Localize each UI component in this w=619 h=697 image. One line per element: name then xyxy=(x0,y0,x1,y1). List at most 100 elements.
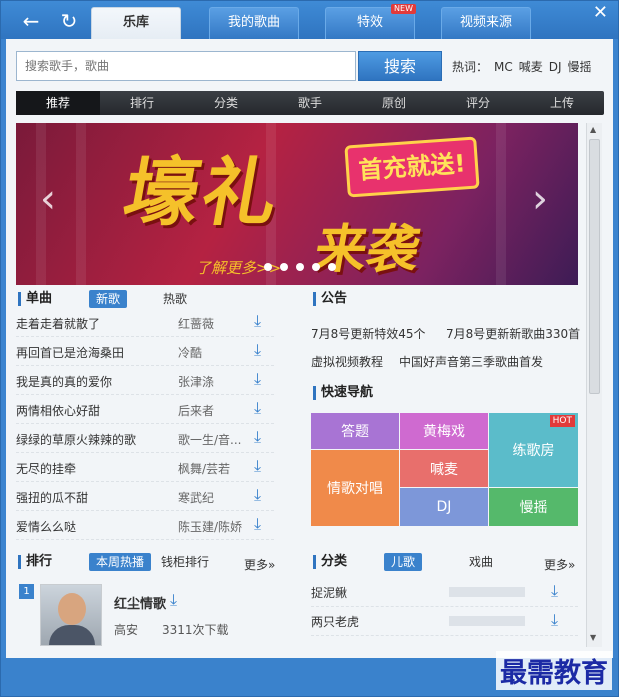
scroll-thumb[interactable] xyxy=(589,139,600,394)
hot-word-link[interactable]: 慢摇 xyxy=(568,60,592,74)
tab-opera[interactable]: 戏曲 xyxy=(462,553,500,571)
hot-word-link[interactable]: 喊麦 xyxy=(519,60,543,74)
nav-rating[interactable]: 评分 xyxy=(436,91,520,115)
tab-ktv-ranking[interactable]: 钱柜排行 xyxy=(154,553,216,571)
notice-link[interactable]: 中国好声音第三季歌曲首发 xyxy=(399,353,543,370)
scroll-up-icon[interactable]: ▲ xyxy=(590,125,596,134)
quick-nav-shout-rap[interactable]: 喊麦 xyxy=(400,450,488,487)
carousel-dots xyxy=(264,263,336,271)
quick-nav-dj[interactable]: DJ xyxy=(400,488,488,526)
song-row[interactable]: 强扭的瓜不甜 寒武纪 ⤓ xyxy=(16,483,274,511)
nav-ranking[interactable]: 排行 xyxy=(100,91,184,115)
nav-upload[interactable]: 上传 xyxy=(520,91,604,115)
promo-banner[interactable]: 壕礼 首充就送! 来袭 了解更多>> ‹ › xyxy=(16,123,578,285)
quick-nav-quiz[interactable]: 答题 xyxy=(311,413,399,449)
scroll-down-icon[interactable]: ▼ xyxy=(590,633,596,642)
song-row[interactable]: 走着走着就散了 红蔷薇 ⤓ xyxy=(16,309,274,337)
close-icon[interactable]: ✕ xyxy=(593,3,608,23)
song-title[interactable]: 两情相依心好甜 xyxy=(16,402,100,419)
download-icon[interactable]: ⤓ xyxy=(551,612,558,628)
tab-video-source[interactable]: 视频来源 xyxy=(441,7,531,39)
song-artist: 枫舞/芸若 xyxy=(178,462,231,476)
quick-nav-huangmei-opera[interactable]: 黄梅戏 xyxy=(400,413,488,449)
notice-link[interactable]: 7月8号更新特效45个 xyxy=(311,325,426,342)
back-arrow-icon[interactable]: ← xyxy=(19,9,43,33)
song-artist: 寒武纪 xyxy=(178,491,215,505)
carousel-dot[interactable] xyxy=(296,263,304,271)
hot-word-link[interactable]: MC xyxy=(494,60,513,74)
song-row[interactable]: 无尽的挂牵 枫舞/芸若 ⤓ xyxy=(16,454,274,482)
notice-link[interactable]: 虚拟视频教程 xyxy=(311,353,383,370)
song-title[interactable]: 再回首已是沧海桑田 xyxy=(16,344,124,361)
singer-avatar[interactable] xyxy=(40,584,102,646)
category-nav: 推荐 排行 分类 歌手 原创 评分 上传 xyxy=(16,91,604,115)
song-row[interactable]: 两情相依心好甜 后来者 ⤓ xyxy=(16,396,274,424)
search-input[interactable] xyxy=(16,51,356,81)
download-icon[interactable]: ⤓ xyxy=(254,458,261,474)
tab-hot-songs[interactable]: 热歌 xyxy=(156,290,194,308)
song-artist: 陈玉建/陈娇 xyxy=(178,520,243,534)
tab-music-library[interactable]: 乐库 xyxy=(91,7,181,39)
singles-heading: 单曲 xyxy=(18,292,52,306)
quick-nav-grid: 答题 黄梅戏 练歌房 HOT 情歌对唱 喊麦 DJ 慢摇 xyxy=(311,413,578,526)
song-title[interactable]: 无尽的挂牵 xyxy=(16,460,76,477)
song-row[interactable]: 再回首已是沧海桑田 冷酷 ⤓ xyxy=(16,338,274,366)
song-title[interactable]: 我是真的真的爱你 xyxy=(16,373,112,390)
quick-nav-karaoke-room[interactable]: 练歌房 HOT xyxy=(489,413,578,487)
classify-row[interactable]: 两只老虎 ⤓ xyxy=(311,608,578,636)
hot-word-link[interactable]: DJ xyxy=(549,60,562,74)
notice-link[interactable]: 7月8号更新新歌曲330首 xyxy=(446,325,580,342)
ranking-more-link[interactable]: 更多» xyxy=(244,556,275,573)
song-title[interactable]: 绿绿的草原火辣辣的歌 xyxy=(16,431,136,448)
main-content: 搜索 热词：MC喊麦DJ慢摇 推荐 排行 分类 歌手 原创 评分 上传 壕礼 首… xyxy=(6,39,613,658)
classify-song-title[interactable]: 两只老虎 xyxy=(311,613,359,630)
ranking-song-title[interactable]: 红尘情歌 xyxy=(114,593,166,612)
download-icon[interactable]: ⤓ xyxy=(170,592,177,608)
tab-my-songs[interactable]: 我的歌曲 xyxy=(209,7,299,39)
download-icon[interactable]: ⤓ xyxy=(254,400,261,416)
song-row[interactable]: 我是真的真的爱你 张津涤 ⤓ xyxy=(16,367,274,395)
carousel-dot[interactable] xyxy=(328,263,336,271)
chevron-right-icon[interactable]: › xyxy=(532,179,548,219)
nav-original[interactable]: 原创 xyxy=(352,91,436,115)
refresh-icon[interactable]: ↻ xyxy=(57,9,81,33)
download-icon[interactable]: ⤓ xyxy=(254,313,261,329)
song-title[interactable]: 走着走着就散了 xyxy=(16,315,100,332)
quick-nav-love-duet[interactable]: 情歌对唱 xyxy=(311,450,399,526)
nav-singer[interactable]: 歌手 xyxy=(268,91,352,115)
chevron-left-icon[interactable]: ‹ xyxy=(40,179,56,219)
tab-new-songs[interactable]: 新歌 xyxy=(89,290,128,308)
download-icon[interactable]: ⤓ xyxy=(254,516,261,532)
song-artist: 歌一生/音... xyxy=(178,433,242,447)
tab-label: 乐库 xyxy=(122,15,149,30)
tab-children-songs[interactable]: 儿歌 xyxy=(384,553,423,571)
hot-words: 热词： MC 喊麦 DJ 慢摇 xyxy=(452,58,598,75)
download-icon[interactable]: ⤓ xyxy=(254,487,261,503)
classify-more-link[interactable]: 更多» xyxy=(544,556,575,573)
search-button[interactable]: 搜索 xyxy=(358,51,442,81)
classify-song-title[interactable]: 捉泥鳅 xyxy=(311,584,347,601)
tab-weekly-hot[interactable]: 本周热播 xyxy=(89,553,152,571)
nav-recommend[interactable]: 推荐 xyxy=(16,91,100,115)
song-title[interactable]: 爱情么么哒 xyxy=(16,518,76,535)
song-title[interactable]: 强扭的瓜不甜 xyxy=(16,489,88,506)
song-row[interactable]: 爱情么么哒 陈玉建/陈娇 ⤓ xyxy=(16,512,274,540)
title-bar: ← ↻ 乐库 我的歌曲 特效 NEW 视频来源 ✕ xyxy=(1,1,618,39)
carousel-dot[interactable] xyxy=(264,263,272,271)
carousel-dot[interactable] xyxy=(312,263,320,271)
tab-label: 我的歌曲 xyxy=(227,15,280,30)
classify-row[interactable]: 捉泥鳅 ⤓ xyxy=(311,579,578,607)
ranking-song-artist: 高安 xyxy=(114,623,139,637)
carousel-dot[interactable] xyxy=(280,263,288,271)
download-icon[interactable]: ⤓ xyxy=(254,342,261,358)
song-artist: 后来者 xyxy=(178,404,215,418)
scrollbar[interactable]: ▲ ▼ xyxy=(586,123,602,647)
tab-effects[interactable]: 特效 NEW xyxy=(325,4,416,39)
nav-classify[interactable]: 分类 xyxy=(184,91,268,115)
ranking-download-count: 3311次下载 xyxy=(162,623,229,637)
download-icon[interactable]: ⤓ xyxy=(551,583,558,599)
song-row[interactable]: 绿绿的草原火辣辣的歌 歌一生/音... ⤓ xyxy=(16,425,274,453)
download-icon[interactable]: ⤓ xyxy=(254,429,261,445)
download-icon[interactable]: ⤓ xyxy=(254,371,261,387)
quick-nav-slow-dance[interactable]: 慢摇 xyxy=(489,488,578,526)
